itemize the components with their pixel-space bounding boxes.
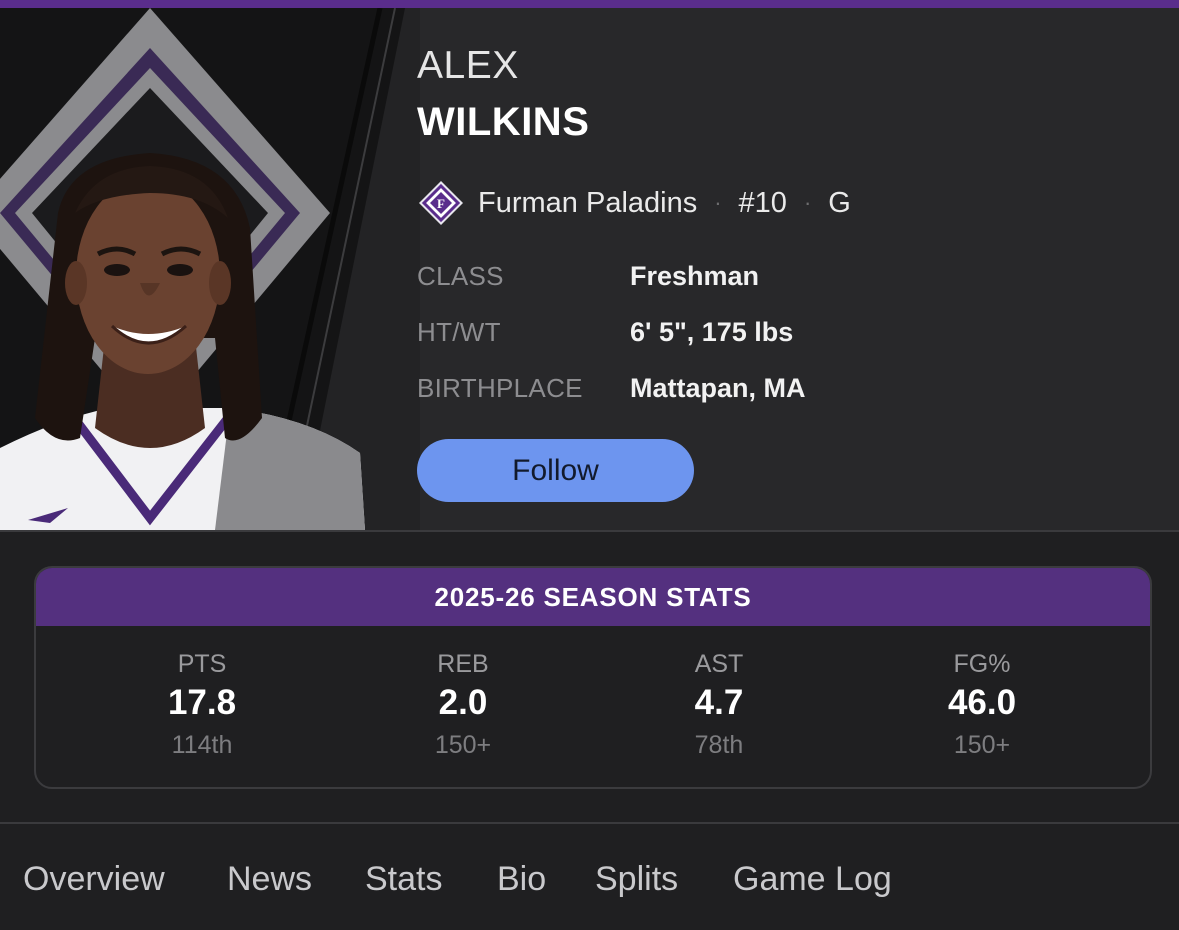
stat-rank: 78th <box>694 731 744 759</box>
follow-button[interactable]: Follow <box>417 439 694 502</box>
player-header: ALEX WILKINS F Furman Paladins · #10 · G… <box>0 8 1179 530</box>
team-name[interactable]: Furman Paladins <box>478 187 697 220</box>
stat-pts: PTS 17.8 114th <box>82 648 322 764</box>
stat-label: PTS <box>177 650 227 678</box>
season-stats-card: 2025-26 SEASON STATS PTS 17.8 114th REB … <box>34 566 1152 789</box>
attribute-row-height-weight: HT/WT 6' 5", 175 lbs <box>417 312 1117 352</box>
attribute-value: Freshman <box>630 260 760 291</box>
stat-fg-pct: FG% 46.0 150+ <box>862 648 1102 764</box>
jersey-number: #10 <box>738 186 787 219</box>
player-info: ALEX WILKINS F Furman Paladins · #10 · G… <box>417 8 1157 530</box>
stat-value: 4.7 <box>694 683 744 722</box>
stat-label: FG% <box>953 650 1011 678</box>
stat-label: REB <box>437 650 489 678</box>
attribute-value: 6' 5", 175 lbs <box>630 316 794 347</box>
attribute-row-birthplace: BIRTHPLACE Mattapan, MA <box>417 368 1117 408</box>
player-headshot <box>0 8 420 530</box>
season-stats-title: 2025-26 SEASON STATS <box>36 568 1150 626</box>
stat-rank: 150+ <box>953 731 1011 759</box>
stat-ast: AST 4.7 78th <box>599 648 839 764</box>
tab-splits[interactable]: Splits <box>595 860 678 899</box>
attribute-row-class: CLASS Freshman <box>417 256 1117 296</box>
season-stats-grid: PTS 17.8 114th REB 2.0 150+ AST 4.7 78th… <box>36 626 1150 787</box>
separator-dot: · <box>803 190 812 215</box>
tab-bio[interactable]: Bio <box>497 860 546 899</box>
stat-rank: 150+ <box>434 731 492 759</box>
attribute-label: BIRTHPLACE <box>417 372 583 403</box>
separator-dot: · <box>714 190 722 215</box>
stat-rank: 114th <box>171 731 233 759</box>
attribute-label: CLASS <box>417 260 504 291</box>
tab-stats[interactable]: Stats <box>365 860 442 899</box>
stat-value: 17.8 <box>167 683 237 722</box>
tab-game-log[interactable]: Game Log <box>733 860 892 899</box>
stat-reb: REB 2.0 150+ <box>343 648 583 764</box>
tab-overview[interactable]: Overview <box>23 860 165 899</box>
tab-news[interactable]: News <box>227 860 312 899</box>
player-tabs: Overview News Stats Bio Splits Game Log <box>0 848 1179 920</box>
stat-value: 2.0 <box>438 683 488 722</box>
paladin-shield-icon: F <box>419 181 463 225</box>
player-last-name: WILKINS <box>417 100 590 144</box>
stat-value: 46.0 <box>947 683 1017 722</box>
section-divider <box>0 822 1179 824</box>
top-accent-bar <box>0 0 1179 8</box>
team-row: F Furman Paladins · #10 · G <box>417 180 851 226</box>
attribute-value: Mattapan, MA <box>630 372 806 403</box>
player-position: G <box>828 186 851 219</box>
stat-label: AST <box>694 650 744 678</box>
attribute-label: HT/WT <box>417 316 501 347</box>
section-divider <box>0 530 1179 532</box>
player-first-name: ALEX <box>417 44 519 87</box>
svg-text:F: F <box>437 196 445 211</box>
